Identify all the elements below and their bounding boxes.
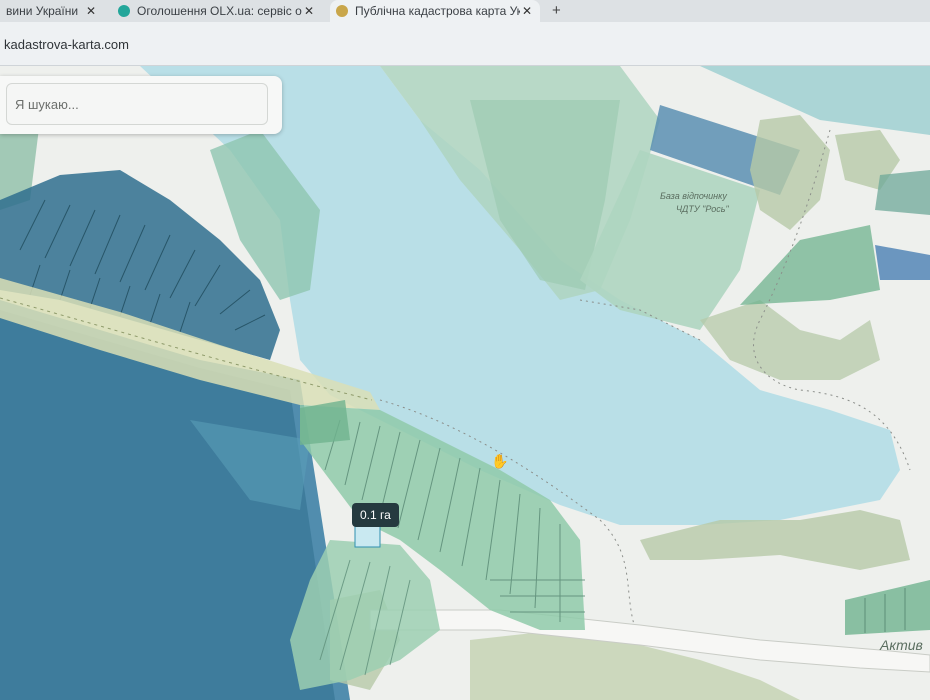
tab-cadastral-map[interactable]: Публічна кадастрова карта України ✕ — [330, 0, 540, 22]
cadastre-favicon-icon — [336, 5, 348, 17]
bottom-right-label: Актив — [879, 637, 923, 653]
selected-parcel[interactable] — [354, 524, 381, 548]
tab-title: Оголошення OLX.ua: сервіс оголошень — [137, 4, 302, 18]
close-icon[interactable]: ✕ — [84, 4, 98, 18]
area-tooltip: 0.1 га — [352, 503, 399, 527]
parcel-small-green — [300, 400, 350, 445]
tab-olx[interactable]: Оголошення OLX.ua: сервіс оголошень ✕ — [112, 0, 322, 22]
tab-title: Публічна кадастрова карта України — [355, 4, 520, 18]
address-bar[interactable]: kadastrova-karta.com — [0, 22, 930, 66]
browser-tab-bar: вини України ✕ Оголошення OLX.ua: сервіс… — [0, 0, 930, 22]
close-icon[interactable]: ✕ — [302, 4, 316, 18]
url-text[interactable]: kadastrova-karta.com — [4, 37, 129, 52]
tab-ukraine-news[interactable]: вини України ✕ — [0, 0, 104, 22]
recreation-base-label: ЧДТУ "Рось" — [676, 204, 729, 214]
recreation-base-label: База відпочинку — [660, 191, 727, 201]
new-tab-icon[interactable]: + — [552, 0, 561, 22]
parcel-right-teal — [875, 170, 930, 215]
hand-cursor-icon: ✋ — [491, 453, 508, 469]
tab-title: вини України — [6, 4, 79, 18]
close-icon[interactable]: ✕ — [520, 4, 534, 18]
search-panel — [0, 76, 282, 134]
cadastral-map[interactable]: ✋ База відпочинку ЧДТУ "Рось" Актив — [0, 66, 930, 700]
search-input[interactable] — [6, 83, 268, 125]
olx-favicon-icon — [118, 5, 130, 17]
